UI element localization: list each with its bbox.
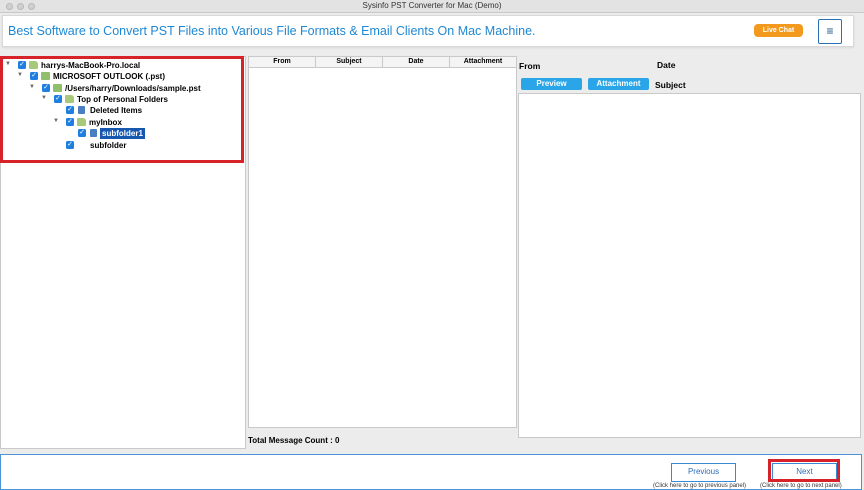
checkbox-checked-icon[interactable]: ✓	[66, 141, 74, 149]
previous-hint: (Click here to go to previous panel)	[653, 483, 747, 489]
tree-node-label: myInbox	[89, 118, 122, 127]
checkbox-checked-icon[interactable]: ✓	[66, 106, 74, 114]
computer-icon	[29, 61, 38, 69]
hamburger-menu-icon: ≡	[826, 24, 834, 38]
header-banner: Best Software to Convert PST Files into …	[2, 15, 854, 47]
previous-button[interactable]: Previous	[671, 463, 736, 482]
checkbox-checked-icon[interactable]: ✓	[54, 95, 62, 103]
column-header-date[interactable]: Date	[383, 57, 450, 67]
checkbox-checked-icon[interactable]: ✓	[42, 84, 50, 92]
footer-panel: Previous (Click here to go to previous p…	[0, 454, 862, 490]
folder-icon	[78, 106, 85, 114]
outlook-icon	[41, 72, 50, 80]
expand-arrow-icon[interactable]: ▼	[41, 95, 47, 101]
preview-content-box	[518, 93, 861, 438]
next-hint: (Click here to go to next panel)	[760, 483, 842, 489]
folder-icon	[77, 118, 86, 126]
column-header-attachment[interactable]: Attachment	[450, 57, 516, 67]
tree-node-label-selected: subfolder1	[100, 128, 145, 139]
column-header-from[interactable]: From	[249, 57, 316, 67]
next-button[interactable]: Next	[772, 463, 837, 482]
window-titlebar: Sysinfo PST Converter for Mac (Demo)	[0, 0, 864, 13]
banner-headline: Best Software to Convert PST Files into …	[8, 24, 536, 38]
checkbox-checked-icon[interactable]: ✓	[30, 72, 38, 80]
tree-node-label: subfolder	[90, 141, 127, 150]
preview-button[interactable]: Preview	[521, 78, 582, 90]
attachment-button[interactable]: Attachment	[588, 78, 649, 90]
menu-button[interactable]: ≡	[818, 19, 842, 44]
expand-arrow-icon[interactable]: ▼	[53, 118, 59, 124]
window-title: Sysinfo PST Converter for Mac (Demo)	[362, 1, 502, 10]
tree-node-label: MICROSOFT OUTLOOK (.pst)	[53, 72, 165, 81]
tree-node-label: Top of Personal Folders	[77, 95, 168, 104]
subject-label: Subject	[655, 80, 686, 90]
checkbox-checked-icon[interactable]: ✓	[66, 118, 74, 126]
message-list-header: From Subject Date Attachment	[249, 57, 516, 68]
date-label: Date	[657, 60, 676, 70]
column-header-subject[interactable]: Subject	[316, 57, 383, 67]
tree-node-label: harrys-MacBook-Pro.local	[41, 61, 141, 70]
checkbox-checked-icon[interactable]: ✓	[78, 129, 86, 137]
preview-area: From Date Preview Attachment Subject	[518, 56, 861, 438]
from-label: From	[519, 61, 541, 71]
checkbox-checked-icon[interactable]: ✓	[18, 61, 26, 69]
folder-icon	[65, 95, 74, 103]
expand-arrow-icon[interactable]: ▼	[5, 61, 11, 67]
message-list-panel: From Subject Date Attachment	[248, 56, 517, 428]
expand-arrow-icon[interactable]: ▼	[17, 72, 23, 78]
pst-file-icon	[53, 84, 62, 92]
total-message-count: Total Message Count : 0	[248, 436, 340, 445]
live-chat-button[interactable]: Live Chat	[754, 24, 803, 37]
expand-arrow-icon[interactable]: ▼	[29, 84, 35, 90]
folder-icon	[90, 129, 97, 137]
tree-node-label: /Users/harry/Downloads/sample.pst	[65, 84, 201, 93]
folder-tree-panel: ▼ ✓ harrys-MacBook-Pro.local ▼ ✓ MICROSO…	[0, 56, 246, 449]
tree-node-label: Deleted Items	[90, 106, 143, 115]
